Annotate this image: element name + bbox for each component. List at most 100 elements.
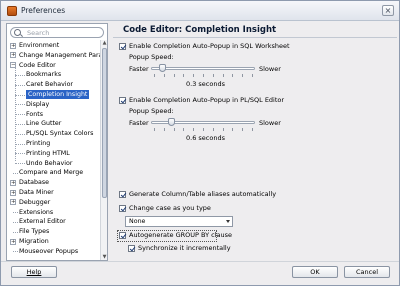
tree-branch-line (15, 74, 25, 76)
slider-tick (203, 74, 204, 77)
generate-aliases-label: Generate Column/Table aliases automatica… (129, 190, 277, 198)
scrollbar-thumb[interactable] (102, 48, 107, 198)
app-icon (7, 6, 17, 16)
search-input[interactable]: Search (10, 27, 104, 38)
tree-item[interactable]: Caret Behavior (26, 80, 73, 89)
settings-panel: Code Editor: Completion Insight Enable C… (113, 23, 397, 261)
tree-expander-icon[interactable]: + (10, 238, 16, 245)
slider-tick (193, 128, 195, 131)
tree-branch-line (15, 163, 25, 165)
tree-expander-icon[interactable]: + (10, 52, 16, 59)
sql-faster-label: Faster (129, 65, 149, 73)
tree-item[interactable]: Display (26, 100, 49, 109)
tree-item[interactable]: Bookmarks (26, 70, 61, 79)
slider-tick (183, 74, 185, 77)
tree-branch-line (15, 133, 25, 135)
plsql-speed-value: 0.6 seconds (186, 134, 225, 142)
scroll-up-icon[interactable]: ▲ (102, 40, 107, 46)
sync-incrementally-label: Synchronize it incrementally (138, 244, 231, 252)
tree-scrollbar[interactable]: ▲ ▼ (100, 40, 107, 260)
change-case-label: Change case as you type (129, 204, 211, 212)
help-button[interactable]: Help (11, 266, 57, 278)
tree-branch-line (15, 94, 25, 96)
tree-branch-line (13, 221, 18, 223)
sql-speed-slider[interactable] (151, 67, 255, 70)
search-placeholder: Search (27, 29, 50, 37)
tree-expander-icon[interactable]: + (10, 189, 16, 196)
tree-item[interactable]: Database (19, 178, 49, 187)
generate-aliases-checkbox[interactable] (119, 191, 126, 198)
slider-tick (252, 128, 253, 131)
tree-item[interactable]: Completion Insight (26, 90, 90, 99)
slider-tick (242, 128, 244, 131)
slider-tick (232, 128, 234, 131)
sql-autopopup-checkbox[interactable] (119, 43, 126, 50)
slider-tick (203, 128, 204, 131)
title-bar[interactable]: Preferences × (1, 1, 399, 21)
tree-expander-icon[interactable]: + (10, 179, 16, 186)
tree-item[interactable]: Debugger (19, 198, 50, 207)
plsql-autopopup-checkbox[interactable] (119, 97, 126, 104)
slider-tick (222, 128, 224, 131)
tree-branch-line (13, 231, 18, 233)
case-dropdown-value: None (129, 218, 146, 225)
tree-branch-line (15, 104, 25, 106)
slider-tick (193, 74, 195, 77)
tree-item[interactable]: Mouseover Popups (19, 247, 78, 256)
tree-branch-line (13, 172, 18, 174)
autogen-group-by-checkbox[interactable] (119, 232, 126, 239)
tree-item[interactable]: Migration (19, 237, 49, 246)
close-icon: × (384, 6, 392, 15)
tree-expander-icon[interactable]: + (10, 199, 16, 206)
ok-button-label: OK (310, 268, 320, 276)
ok-button[interactable]: OK (292, 266, 338, 278)
slider-tick (163, 74, 165, 77)
sql-slower-label: Slower (259, 65, 281, 73)
plsql-slower-label: Slower (259, 119, 281, 127)
tree-item[interactable]: Data Miner (19, 188, 54, 197)
tree-branch-line (13, 212, 18, 214)
tree-item[interactable]: Fonts (26, 110, 43, 119)
plsql-faster-label: Faster (129, 119, 149, 127)
tree-item[interactable]: Undo Behavior (26, 159, 72, 168)
plsql-speed-slider-thumb[interactable] (168, 118, 176, 126)
tree-branch-line (15, 84, 25, 86)
tree-item[interactable]: Change Management Param (19, 51, 101, 60)
slider-tick (163, 128, 165, 131)
tree-item[interactable]: Printing (26, 139, 50, 148)
tree-item[interactable]: Printing HTML (26, 149, 70, 158)
case-dropdown[interactable]: None (125, 216, 233, 227)
tree-item[interactable]: Code Editor (19, 61, 56, 70)
plsql-autopopup-label: Enable Completion Auto-Popup in PL/SQL E… (129, 96, 285, 104)
preferences-tree: + Environment + Change Management Param − Cod… (9, 41, 101, 259)
help-button-label: Help (26, 268, 42, 276)
close-button[interactable]: × (382, 5, 394, 16)
preferences-nav-panel: Search + Environment + Change Management Pa… (6, 23, 108, 261)
sql-speed-slider-thumb[interactable] (158, 64, 166, 72)
tree-item[interactable]: Extensions (19, 208, 53, 217)
change-case-checkbox[interactable] (119, 205, 126, 212)
tree-item[interactable]: Environment (19, 41, 59, 50)
tree-item[interactable]: External Editor (19, 217, 66, 226)
window-title: Preferences (21, 6, 66, 15)
plsql-speed-label: Popup Speed: (129, 107, 174, 115)
slider-tick (212, 74, 214, 77)
tree-expander-icon[interactable]: − (10, 62, 16, 69)
plsql-speed-slider[interactable] (151, 121, 255, 124)
search-icon (14, 29, 21, 36)
tree-item[interactable]: Line Gutter (26, 119, 61, 128)
tree-branch-line (15, 153, 25, 155)
tree-item[interactable]: PL/SQL Syntax Colors (26, 129, 93, 138)
slider-tick (154, 128, 155, 131)
autogen-group-by-label: Autogenerate GROUP BY clause (129, 231, 233, 239)
sync-incrementally-checkbox[interactable] (128, 245, 135, 252)
tree-branch-line (15, 123, 25, 125)
slider-tick (183, 128, 185, 131)
sql-speed-label: Popup Speed: (129, 53, 174, 61)
page-title: Code Editor: Completion Insight (123, 25, 277, 35)
cancel-button[interactable]: Cancel (344, 266, 390, 278)
tree-item[interactable]: File Types (19, 227, 49, 236)
tree-expander-icon[interactable]: + (10, 42, 16, 49)
scroll-down-icon[interactable]: ▼ (102, 254, 107, 260)
tree-item[interactable]: Compare and Merge (19, 168, 83, 177)
